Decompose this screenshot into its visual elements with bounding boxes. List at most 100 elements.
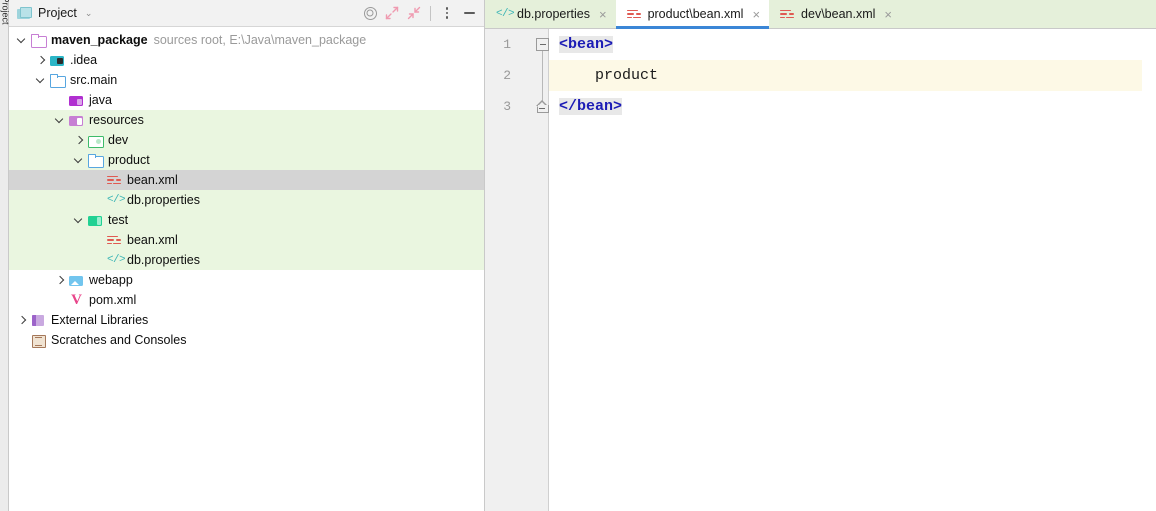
header-divider [430, 5, 431, 21]
chevron-down-icon[interactable] [74, 215, 85, 226]
expand-all-button[interactable] [381, 2, 403, 24]
tree-row-label: src.main [70, 73, 118, 87]
chevron-right-icon[interactable] [17, 315, 28, 326]
maven-file-icon: V [71, 291, 82, 308]
webapp-folder-icon [69, 274, 84, 287]
hide-panel-icon [463, 11, 475, 15]
chevron-down-icon[interactable] [17, 35, 28, 46]
tree-row-meta: sources root, E:\Java\maven_package [153, 33, 367, 47]
properties-file-icon: </> [107, 193, 126, 206]
hide-panel-button[interactable] [458, 2, 480, 24]
tree-row-maven-package[interactable]: maven_package sources root, E:\Java\maven… [9, 30, 484, 50]
more-options-button[interactable] [436, 2, 458, 24]
chevron-down-icon[interactable] [55, 115, 66, 126]
xml-file-icon [780, 8, 795, 21]
code-line[interactable]: product [549, 60, 1156, 91]
tree-row-label: External Libraries [51, 313, 149, 327]
tree-row-src-main[interactable]: src.main [9, 70, 484, 90]
tree-row-scratches-and-consoles[interactable]: Scratches and Consoles [9, 330, 484, 350]
tree-row-java[interactable]: java [9, 90, 484, 110]
page-title: Project [38, 6, 77, 20]
tree-row-webapp[interactable]: webapp [9, 270, 484, 290]
tree-row-db-properties[interactable]: </> db.properties [9, 250, 484, 270]
tree-row-label: pom.xml [89, 293, 137, 307]
tree-row-bean-xml[interactable]: bean.xml [9, 170, 484, 190]
tree-row-test[interactable]: test [9, 210, 484, 230]
tree-row-label: Scratches and Consoles [51, 333, 187, 347]
chevron-down-icon[interactable] [36, 75, 47, 86]
tree-row-bean-xml[interactable]: bean.xml [9, 230, 484, 250]
tree-row-label: .idea [70, 53, 98, 67]
tree-row-idea[interactable]: .idea [9, 50, 484, 70]
tree-row-product[interactable]: product [9, 150, 484, 170]
chevron-right-icon[interactable] [36, 55, 47, 66]
close-icon[interactable]: × [884, 8, 892, 21]
java-folder-icon [69, 94, 84, 107]
close-icon[interactable]: × [752, 8, 760, 21]
project-tree[interactable]: maven_package sources root, E:\Java\maven… [9, 27, 484, 511]
tree-row-label: db.properties [127, 253, 200, 267]
tree-row-label: bean.xml [127, 173, 178, 187]
editor-tab-label: dev\bean.xml [801, 7, 876, 21]
tree-row-label: resources [89, 113, 144, 127]
editor-area: </> db.properties × product\bean.xml × dev\be… [485, 0, 1156, 511]
tool-window-strip: Project [0, 0, 11, 511]
tree-row-label: db.properties [127, 193, 200, 207]
editor-tab-dev-bean-xml[interactable]: dev\bean.xml × [769, 0, 901, 28]
editor-tab-bar[interactable]: </> db.properties × product\bean.xml × dev\be… [485, 0, 1156, 29]
tree-row-label: dev [108, 133, 129, 147]
collapse-all-button[interactable] [403, 2, 425, 24]
xml-file-icon [626, 8, 642, 21]
editor-scrollbar[interactable] [1142, 29, 1156, 511]
scratches-icon [31, 334, 46, 348]
test-folder-icon [88, 214, 103, 227]
xml-tag: <bean> [559, 36, 614, 53]
folder-icon [88, 134, 104, 148]
chevron-down-icon[interactable] [74, 155, 85, 166]
editor-tab-product-bean-xml[interactable]: product\bean.xml × [615, 0, 770, 29]
fold-collapse-icon[interactable] [536, 38, 549, 51]
folder-icon [31, 33, 47, 48]
select-opened-file-icon [363, 6, 377, 20]
chevron-right-icon[interactable] [55, 275, 66, 286]
tree-row-pom-xml[interactable]: Vpom.xml [9, 290, 484, 310]
xml-tag: </bean> [559, 98, 623, 115]
project-tool-window: Project ⌄ maven_package sources root, E:… [9, 0, 485, 511]
tree-row-label: test [108, 213, 129, 227]
tree-row-dev[interactable]: dev [9, 130, 484, 150]
close-icon[interactable]: × [599, 8, 607, 21]
editor-tab-db-properties[interactable]: </> db.properties × [485, 0, 616, 28]
fold-connector-line [542, 44, 543, 106]
tree-row-resources[interactable]: resources [9, 110, 484, 130]
folder-icon [50, 73, 66, 88]
xml-file-icon [107, 174, 122, 187]
project-folder-icon [17, 7, 32, 19]
properties-file-icon: </> [107, 253, 126, 266]
project-panel-header: Project ⌄ [9, 0, 484, 27]
tree-row-external-libraries[interactable]: External Libraries [9, 310, 484, 330]
collapse-all-icon [407, 6, 421, 20]
code-content[interactable]: <bean> product </bean> [549, 29, 1156, 511]
editor-tab-label: db.properties [517, 7, 590, 21]
chevron-right-icon[interactable] [74, 135, 85, 146]
tree-row-db-properties[interactable]: </> db.properties [9, 190, 484, 210]
xml-file-icon [107, 234, 122, 247]
more-options-icon [445, 7, 449, 19]
folder-icon [88, 153, 104, 168]
code-line[interactable]: <bean> [549, 29, 1156, 60]
expand-all-icon [385, 6, 399, 20]
fold-end-icon[interactable] [536, 100, 549, 113]
ide-window: Project Project ⌄ maven_package sources … [0, 0, 1156, 511]
code-line[interactable]: </bean> [549, 91, 1156, 122]
chevron-down-icon[interactable]: ⌄ [85, 8, 93, 18]
select-opened-file-button[interactable] [359, 2, 381, 24]
editor-gutter[interactable]: 1 2 3 [485, 29, 549, 511]
tree-row-label: webapp [89, 273, 133, 287]
code-text: product [595, 67, 659, 84]
